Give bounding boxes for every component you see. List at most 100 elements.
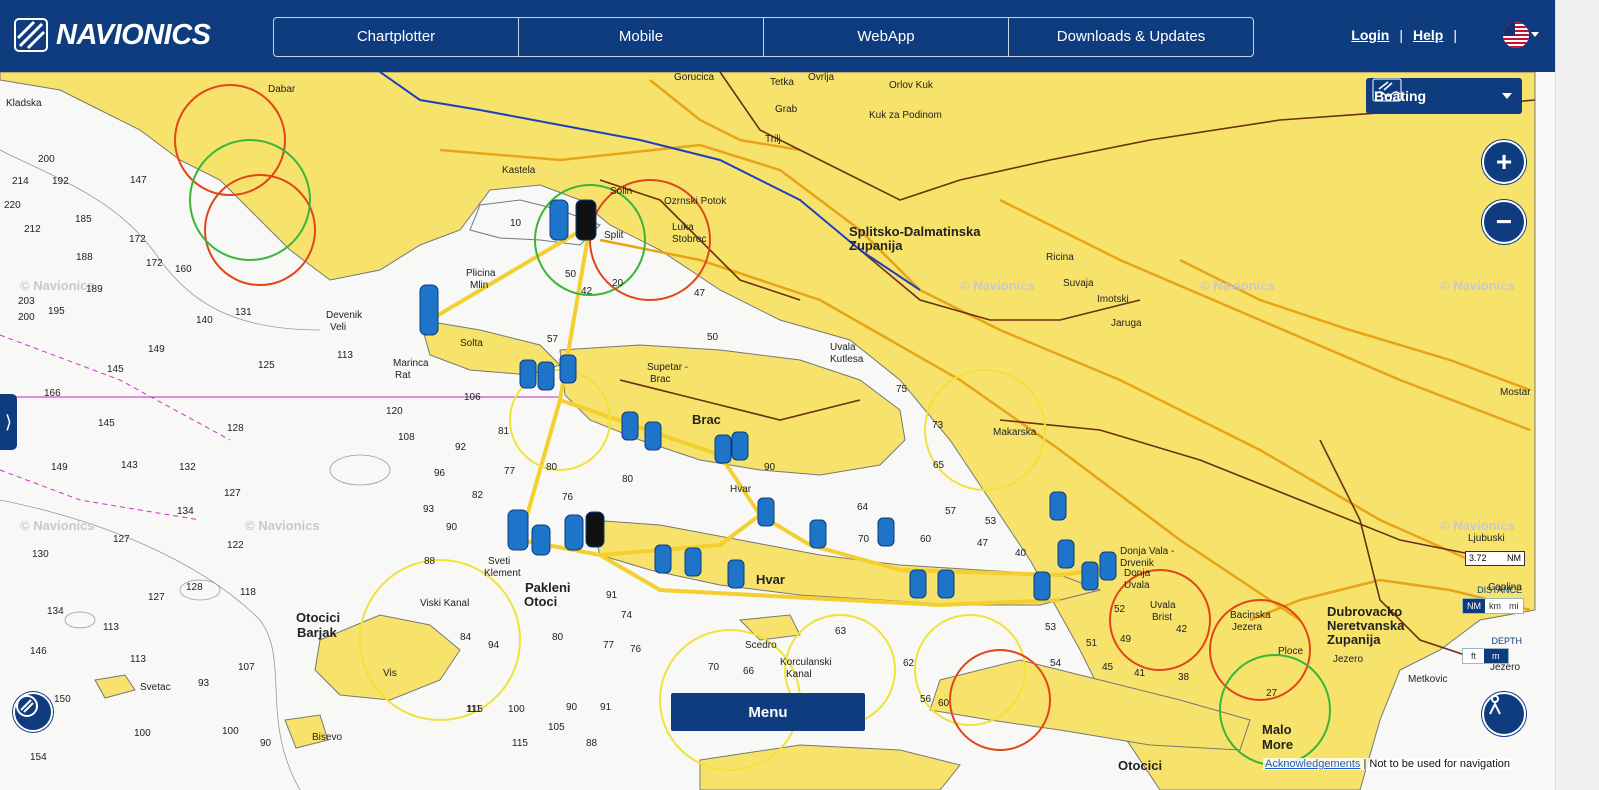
- depth-sounding: 40: [1015, 548, 1027, 559]
- place-label: Suvaja: [1063, 278, 1094, 289]
- depth-sounding: 140: [196, 315, 213, 326]
- top-header: NAVIONICS Chartplotter Mobile WebApp Dow…: [0, 0, 1555, 72]
- depth-sounding: 145: [98, 418, 115, 429]
- marker-pin: [549, 199, 569, 241]
- small-island: [738, 614, 801, 641]
- distance-unit-toggle: NM km mi: [1462, 598, 1524, 614]
- layers-button[interactable]: [13, 692, 53, 732]
- depth-sounding: 127: [148, 592, 165, 603]
- depth-sounding: 113: [130, 654, 146, 665]
- person-icon: [1489, 695, 1501, 715]
- depth-sounding: 185: [75, 214, 92, 225]
- sidebar-toggle-button[interactable]: ⟩: [0, 394, 17, 450]
- navionics-logo[interactable]: NAVIONICS: [14, 18, 211, 52]
- depth-sounding: 50: [565, 269, 577, 280]
- island-label-pakleni: Otoci: [524, 594, 558, 609]
- depth-sounding: 149: [148, 344, 165, 355]
- depth-sounding: 20: [612, 278, 624, 289]
- marker-pin: [684, 547, 702, 577]
- marker-pin: [877, 517, 895, 547]
- marker-pin: [757, 497, 775, 527]
- nautical-map[interactable]: © Navionics © Navionics © Navionics © Na…: [0, 72, 1555, 790]
- nav-tab-chartplotter[interactable]: Chartplotter: [274, 18, 519, 56]
- depth-sounding: 70: [858, 534, 870, 545]
- distance-unit-mi[interactable]: mi: [1505, 599, 1523, 613]
- depth-sounding: 77: [504, 466, 516, 477]
- depth-sounding: 62: [903, 658, 915, 669]
- depth-sounding: 27: [1266, 688, 1278, 699]
- place-label: Luka: [672, 222, 694, 233]
- depth-sounding: 90: [446, 522, 458, 533]
- page-scrollbar[interactable]: [1555, 0, 1599, 790]
- depth-sounding: 106: [464, 392, 481, 403]
- place-label: More: [1262, 737, 1294, 752]
- depth-sounding: 91: [606, 590, 618, 601]
- zoom-out-button[interactable]: −: [1482, 200, 1526, 244]
- place-label: Uvala: [1150, 600, 1176, 611]
- marker-pin: [507, 509, 529, 551]
- menu-button[interactable]: Menu: [671, 693, 865, 731]
- distance-unit-km[interactable]: km: [1485, 599, 1505, 613]
- depth-sounding: 47: [694, 288, 706, 299]
- marker-pin: [644, 421, 662, 451]
- place-label: Donja Vala -: [1120, 546, 1175, 557]
- place-label: Jaruga: [1111, 318, 1142, 329]
- logo-text: NAVIONICS: [56, 18, 211, 51]
- acknowledgements-link[interactable]: Acknowledgements: [1265, 758, 1360, 770]
- navionics-logo-icon: [14, 18, 48, 52]
- depth-sounding: 145: [107, 364, 124, 375]
- depth-sounding: 90: [260, 738, 272, 749]
- depth-sounding: 200: [38, 154, 55, 165]
- depth-sounding: 80: [552, 632, 564, 643]
- depth-sounding: 91: [600, 702, 612, 713]
- distance-unit-nm[interactable]: NM: [1463, 599, 1485, 613]
- place-label: Grab: [775, 104, 798, 115]
- small-island: [94, 674, 136, 699]
- place-label: Ricina: [1046, 252, 1074, 263]
- depth-sounding: 10: [510, 218, 522, 229]
- place-label: Otocici: [1118, 758, 1163, 773]
- marker-pin: [564, 514, 584, 551]
- place-label: Mostar: [1500, 387, 1531, 398]
- place-label-vis: Vis: [383, 668, 397, 679]
- place-label: Viski Kanal: [420, 598, 470, 609]
- island-label-barjak: Barjak: [297, 625, 337, 640]
- nav-tab-downloads[interactable]: Downloads & Updates: [1009, 18, 1253, 56]
- depth-sounding: 88: [586, 738, 598, 749]
- place-label: Devenik: [326, 310, 363, 321]
- place-label: Marinca: [393, 358, 429, 369]
- depth-sounding: 111: [466, 704, 482, 715]
- depth-sounding: 80: [546, 462, 558, 473]
- depth-sounding: 49: [1120, 634, 1132, 645]
- depth-sounding: 38: [1178, 672, 1190, 683]
- us-flag-icon[interactable]: [1503, 22, 1529, 48]
- depth-sounding: 93: [423, 504, 435, 515]
- marker-pin: [559, 354, 577, 384]
- distance-title: DISTANCE: [1477, 585, 1522, 595]
- place-label: Scedro: [745, 640, 777, 651]
- place-label: Gorucica: [674, 72, 715, 83]
- depth-sounding: 128: [227, 423, 244, 434]
- depth-unit-m[interactable]: m: [1484, 649, 1508, 663]
- depth-sounding: 166: [44, 388, 61, 399]
- place-label: Klement: [484, 568, 521, 579]
- marker-pin: [419, 284, 439, 336]
- user-location-button[interactable]: [1482, 692, 1526, 736]
- depth-sounding: 214: [12, 176, 29, 187]
- place-label: Bacinska: [1230, 610, 1271, 621]
- help-link[interactable]: Help: [1413, 27, 1443, 43]
- place-label: Solta: [460, 338, 483, 349]
- marker-pin: [809, 519, 827, 549]
- mode-selector[interactable]: Boating: [1366, 78, 1522, 114]
- depth-sounding: 93: [198, 678, 210, 689]
- login-link[interactable]: Login: [1351, 27, 1389, 43]
- language-caret-icon[interactable]: [1531, 32, 1539, 37]
- zoom-in-button[interactable]: +: [1482, 140, 1526, 184]
- place-label: Malo: [1262, 722, 1292, 737]
- nav-tab-mobile[interactable]: Mobile: [519, 18, 764, 56]
- nav-tab-webapp[interactable]: WebApp: [764, 18, 1009, 56]
- place-label: Stobrec: [672, 234, 707, 245]
- depth-sounding: 47: [977, 538, 989, 549]
- depth-sounding: 94: [488, 640, 500, 651]
- depth-unit-ft[interactable]: ft: [1463, 649, 1484, 663]
